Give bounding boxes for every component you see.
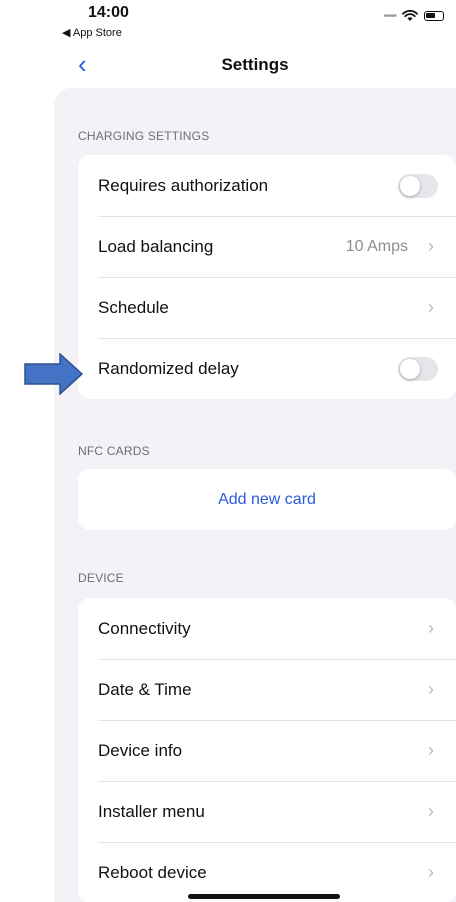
- load-balancing-value: 10 Amps: [345, 237, 408, 255]
- battery-icon: [424, 11, 444, 21]
- row-label: Load balancing: [98, 236, 214, 256]
- chevron-right-icon: ›: [428, 862, 434, 882]
- device-group: Connectivity › Date & Time › Device info…: [78, 598, 456, 902]
- row-load-balancing[interactable]: Load balancing 10 Amps ›: [78, 216, 456, 277]
- randomized-delay-toggle[interactable]: [398, 356, 438, 381]
- row-date-time[interactable]: Date & Time ›: [78, 659, 456, 720]
- row-label: Installer menu: [98, 801, 205, 821]
- chevron-right-icon: ›: [428, 297, 434, 317]
- charging-settings-group: Requires authorization Load balancing 10…: [78, 155, 456, 399]
- wifi-icon: [402, 10, 418, 21]
- nav-bar: ‹ Settings: [54, 44, 456, 88]
- back-to-app-store[interactable]: ◀ App Store: [62, 26, 122, 39]
- chevron-right-icon: ›: [428, 740, 434, 760]
- row-label: Connectivity: [98, 618, 191, 638]
- chevron-right-icon: ›: [428, 801, 434, 821]
- row-label: Schedule: [98, 297, 169, 317]
- requires-authorization-toggle[interactable]: [398, 173, 438, 198]
- section-header-device: DEVICE: [78, 571, 124, 585]
- row-label: Requires authorization: [98, 175, 269, 195]
- chevron-right-icon: ›: [428, 618, 434, 638]
- row-schedule[interactable]: Schedule ›: [78, 277, 456, 338]
- settings-sheet[interactable]: CHARGING SETTINGS Requires authorization…: [54, 88, 456, 902]
- chevron-right-icon: ›: [428, 236, 434, 256]
- row-installer-menu[interactable]: Installer menu ›: [78, 781, 456, 842]
- row-label: Randomized delay: [98, 358, 239, 378]
- status-bar: 14:00 ◀ App Store •••••: [0, 0, 456, 44]
- annotation-arrow-icon: [24, 353, 84, 395]
- toggle-knob: [400, 358, 420, 379]
- toggle-knob: [400, 175, 420, 196]
- section-header-charging: CHARGING SETTINGS: [78, 129, 210, 143]
- status-time: 14:00: [88, 4, 129, 21]
- signal-icon: •••••: [383, 10, 396, 22]
- section-header-nfc: NFC CARDS: [78, 444, 150, 458]
- row-label: Device info: [98, 740, 183, 760]
- add-new-card-label: Add new card: [218, 490, 316, 508]
- row-requires-authorization[interactable]: Requires authorization: [78, 155, 456, 216]
- nfc-cards-group: Add new card: [78, 469, 456, 530]
- row-randomized-delay[interactable]: Randomized delay: [78, 338, 456, 399]
- add-new-card-button[interactable]: Add new card: [78, 469, 456, 530]
- row-reboot-device[interactable]: Reboot device ›: [78, 842, 456, 902]
- row-label: Reboot device: [98, 862, 207, 882]
- row-device-info[interactable]: Device info ›: [78, 720, 456, 781]
- page-title: Settings: [221, 55, 289, 74]
- row-connectivity[interactable]: Connectivity ›: [78, 598, 456, 659]
- chevron-right-icon: ›: [428, 679, 434, 699]
- status-icons: •••••: [383, 10, 444, 22]
- row-label: Date & Time: [98, 679, 192, 699]
- home-indicator: [188, 894, 340, 899]
